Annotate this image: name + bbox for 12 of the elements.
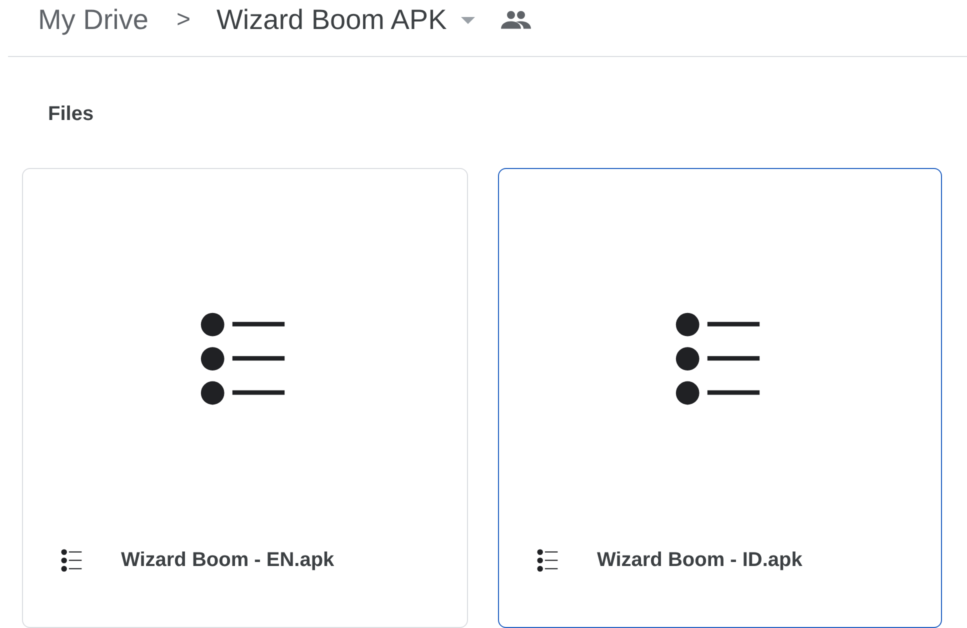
- file-card[interactable]: Wizard Boom - EN.apk: [22, 168, 468, 628]
- file-name: Wizard Boom - ID.apk: [597, 549, 802, 572]
- list-icon: [61, 549, 83, 572]
- list-icon: [537, 549, 559, 572]
- breadcrumb-root[interactable]: My Drive: [38, 4, 148, 36]
- section-title: Files: [48, 103, 95, 126]
- dropdown-icon: [460, 16, 475, 24]
- breadcrumb-separator: >: [176, 6, 190, 34]
- people-icon[interactable]: [500, 10, 531, 30]
- current-folder-button[interactable]: Wizard Boom APK: [212, 4, 479, 36]
- file-name: Wizard Boom - EN.apk: [121, 549, 334, 572]
- file-card[interactable]: Wizard Boom - ID.apk: [498, 168, 942, 628]
